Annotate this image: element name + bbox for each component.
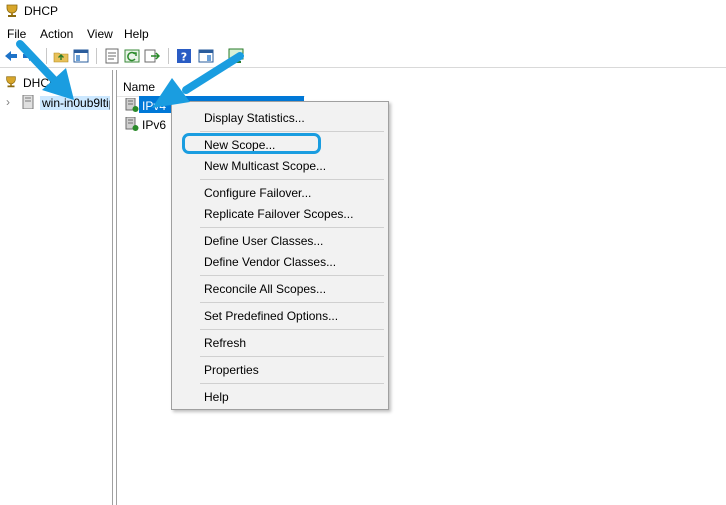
dhcp-app-icon: [6, 4, 18, 17]
menu-bar: File Action View Help: [0, 24, 726, 44]
menu-item-replicate-failover-scopes[interactable]: Replicate Failover Scopes...: [204, 207, 353, 221]
menu-item-reconcile-all-scopes[interactable]: Reconcile All Scopes...: [204, 282, 326, 296]
window-title: DHCP: [24, 4, 59, 18]
menu-separator: [200, 383, 384, 384]
menu-help[interactable]: Help: [124, 27, 149, 41]
menu-separator: [200, 356, 384, 357]
title-bar: DHCP: [0, 0, 726, 22]
menu-item-display-statistics[interactable]: Display Statistics...: [204, 111, 305, 125]
menu-item-configure-failover[interactable]: Configure Failover...: [204, 186, 311, 200]
annotation-arrow-icon: [152, 52, 244, 108]
menu-separator: [200, 179, 384, 180]
menu-item-help[interactable]: Help: [204, 390, 229, 404]
menu-separator: [200, 227, 384, 228]
ipv4-icon: [125, 98, 139, 112]
menu-item-define-user-classes[interactable]: Define User Classes...: [204, 234, 323, 248]
refresh-icon[interactable]: [124, 48, 140, 64]
ipv6-icon: [125, 117, 139, 131]
list-item-label: IPv6: [142, 118, 167, 132]
annotation-highlight-ring: [182, 133, 321, 154]
menu-separator: [200, 329, 384, 330]
menu-item-define-vendor-classes[interactable]: Define Vendor Classes...: [204, 255, 336, 269]
console-tree: DHCP › win-in0ub9ltip: [0, 70, 113, 505]
toolbar-separator: [96, 48, 97, 64]
annotation-arrow-icon: [16, 40, 74, 100]
menu-item-properties[interactable]: Properties: [204, 363, 259, 377]
menu-item-set-predefined-options[interactable]: Set Predefined Options...: [204, 309, 338, 323]
menu-separator: [200, 302, 384, 303]
menu-separator: [200, 275, 384, 276]
properties-icon[interactable]: [104, 48, 120, 64]
expand-chevron-icon[interactable]: ›: [6, 95, 10, 109]
menu-separator: [200, 131, 384, 132]
menu-view[interactable]: View: [87, 27, 113, 41]
menu-item-new-multicast-scope[interactable]: New Multicast Scope...: [204, 159, 326, 173]
toolbar: ?: [0, 45, 726, 68]
menu-item-refresh[interactable]: Refresh: [204, 336, 246, 350]
